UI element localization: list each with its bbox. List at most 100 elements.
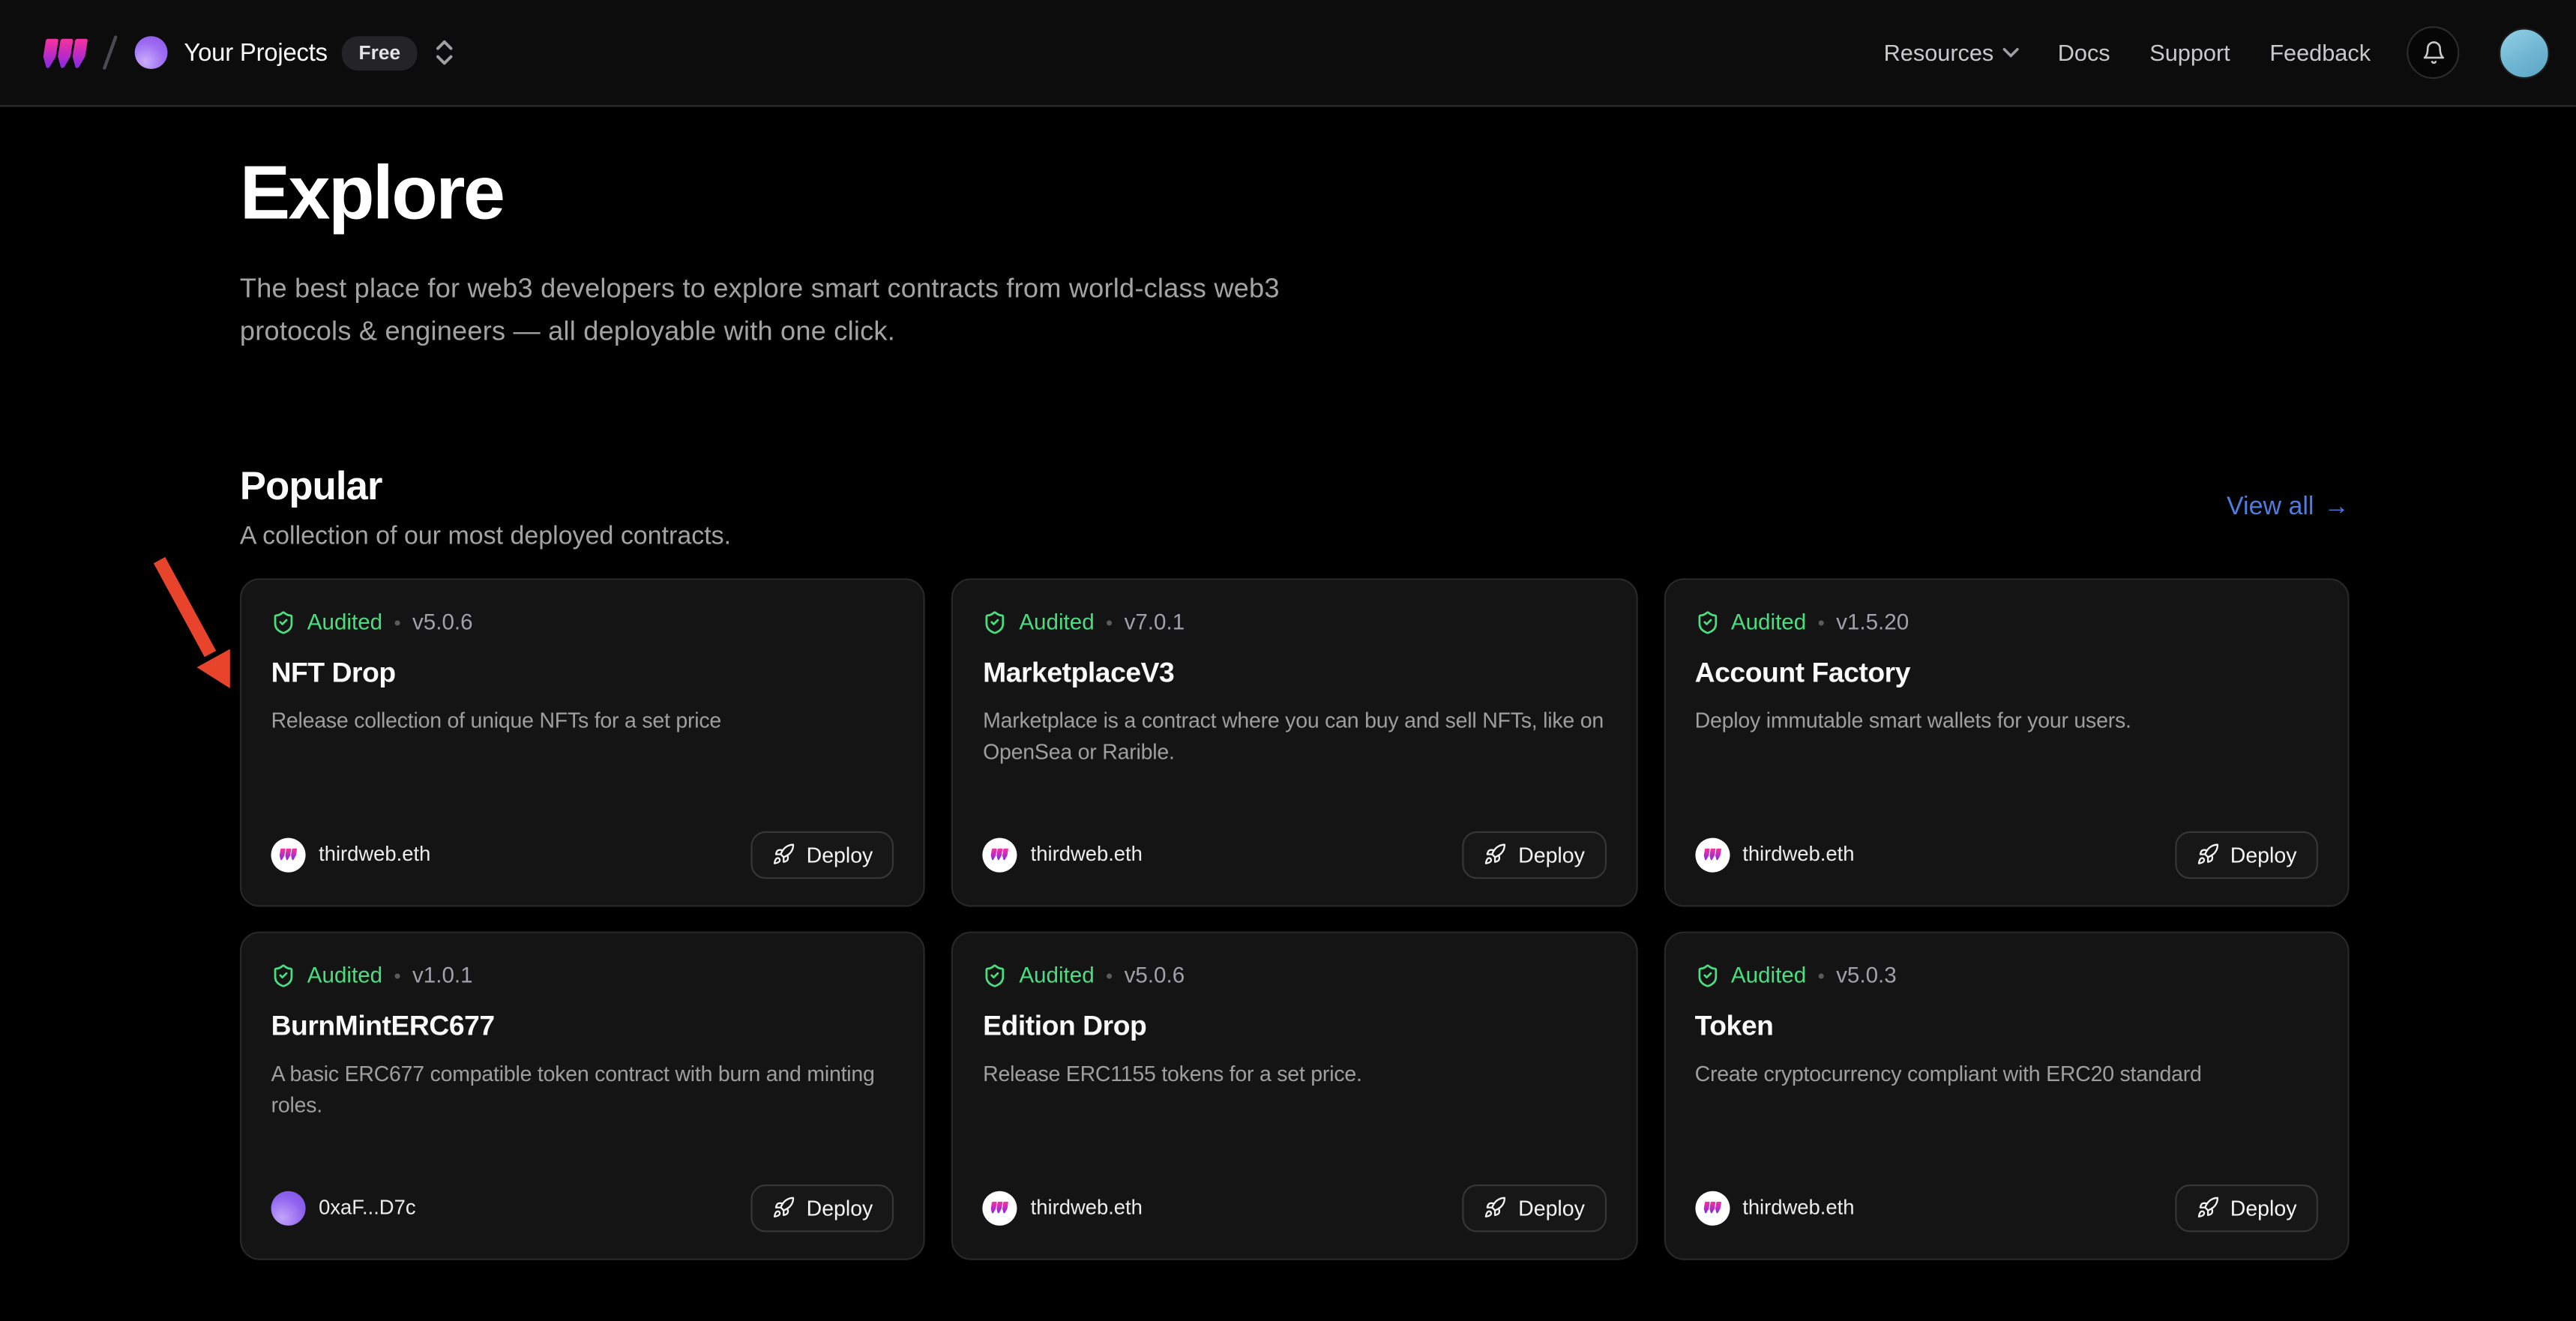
deploy-label: Deploy: [807, 1195, 873, 1220]
project-avatar: [135, 36, 168, 69]
header-nav: Resources Docs Support Feedback: [1884, 26, 2550, 79]
rocket-icon: [772, 843, 795, 866]
deploy-label: Deploy: [807, 842, 873, 867]
contract-version: v5.0.6: [1125, 963, 1185, 987]
page-description: The best place for web3 developers to ex…: [240, 267, 1398, 352]
contract-description: Release collection of unique NFTs for a …: [271, 704, 894, 735]
shield-check-icon: [271, 609, 296, 635]
publisher-avatar: [983, 1191, 1017, 1225]
view-all-label: View all: [2227, 493, 2314, 523]
nav-resources-label: Resources: [1884, 40, 1994, 66]
publisher-link[interactable]: 0xaF...D7c: [271, 1191, 416, 1225]
contract-card-burnminterc677[interactable]: Audited • v1.0.1 BurnMintERC677 A basic …: [240, 931, 925, 1260]
deploy-label: Deploy: [1518, 1195, 1585, 1220]
breadcrumb-divider: [103, 35, 118, 70]
deploy-label: Deploy: [1518, 842, 1585, 867]
deploy-button[interactable]: Deploy: [750, 831, 894, 879]
thirdweb-logo-glyphs: [43, 37, 88, 68]
publisher-name: thirdweb.eth: [319, 843, 430, 866]
contract-title: NFT Drop: [271, 657, 894, 690]
publisher-name: thirdweb.eth: [1031, 1196, 1143, 1219]
shield-check-icon: [1695, 609, 1720, 635]
contract-version: v1.5.20: [1836, 610, 1909, 634]
rocket-icon: [2196, 1196, 2219, 1219]
notifications-button[interactable]: [2407, 26, 2459, 79]
badge-separator: •: [394, 610, 400, 634]
popular-title: Popular: [240, 464, 731, 510]
project-name: Your Projects: [184, 38, 327, 66]
badge-separator: •: [1106, 610, 1113, 634]
contract-card-marketplacev3[interactable]: Audited • v7.0.1 MarketplaceV3 Marketpla…: [951, 577, 1637, 906]
contract-title: Account Factory: [1695, 657, 2318, 690]
badge-separator: •: [394, 963, 400, 987]
contract-card-nft-drop[interactable]: Audited • v5.0.6 NFT Drop Release collec…: [240, 577, 925, 906]
deploy-label: Deploy: [2230, 1195, 2297, 1220]
shield-check-icon: [983, 609, 1008, 635]
shield-check-icon: [1695, 962, 1720, 988]
nav-feedback[interactable]: Feedback: [2269, 40, 2371, 66]
plan-badge[interactable]: Free: [343, 35, 417, 70]
nav-docs[interactable]: Docs: [2058, 40, 2110, 66]
thirdweb-logo-icon: [1703, 1201, 1721, 1215]
deploy-button[interactable]: Deploy: [1463, 831, 1607, 879]
contract-description: Release ERC1155 tokens for a set price.: [983, 1057, 1606, 1089]
view-all-link[interactable]: View all →: [2227, 493, 2350, 523]
nav-resources[interactable]: Resources: [1884, 40, 2019, 66]
popular-section: Popular A collection of our most deploye…: [240, 464, 2576, 1260]
publisher-name: thirdweb.eth: [1031, 843, 1143, 866]
publisher-name: 0xaF...D7c: [319, 1196, 415, 1219]
bell-icon: [2421, 40, 2446, 66]
publisher-name: thirdweb.eth: [1742, 843, 1854, 866]
publisher-name: thirdweb.eth: [1742, 1196, 1854, 1219]
publisher-link[interactable]: thirdweb.eth: [271, 837, 431, 872]
contract-title: Edition Drop: [983, 1010, 1606, 1043]
contract-version: v5.0.3: [1836, 963, 1897, 987]
contract-version: v5.0.6: [412, 610, 473, 634]
publisher-avatar: [983, 837, 1017, 872]
publisher-avatar: [1695, 1191, 1730, 1225]
deploy-button[interactable]: Deploy: [2174, 831, 2318, 879]
audited-badge: Audited: [1731, 963, 1806, 987]
project-switcher-button[interactable]: [430, 36, 458, 69]
rocket-icon: [1484, 843, 1507, 866]
publisher-avatar: [271, 837, 306, 872]
contract-description: A basic ERC677 compatible token contract…: [271, 1057, 894, 1119]
deploy-button[interactable]: Deploy: [750, 1184, 894, 1232]
publisher-link[interactable]: thirdweb.eth: [983, 1191, 1143, 1225]
main-content: Explore The best place for web3 develope…: [0, 151, 2576, 1260]
nav-support[interactable]: Support: [2149, 40, 2230, 66]
badge-separator: •: [1818, 963, 1825, 987]
publisher-link[interactable]: thirdweb.eth: [1695, 837, 1855, 872]
publisher-link[interactable]: thirdweb.eth: [983, 837, 1143, 872]
thirdweb-logo[interactable]: [43, 37, 88, 68]
user-avatar[interactable]: [2499, 27, 2550, 78]
thirdweb-logo-icon: [1703, 848, 1721, 861]
badge-separator: •: [1106, 963, 1113, 987]
page-title: Explore: [240, 151, 2576, 235]
contract-card-account-factory[interactable]: Audited • v1.5.20 Account Factory Deploy…: [1664, 577, 2350, 906]
contract-title: BurnMintERC677: [271, 1010, 894, 1043]
contract-description: Deploy immutable smart wallets for your …: [1695, 704, 2318, 735]
deploy-button[interactable]: Deploy: [1463, 1184, 1607, 1232]
thirdweb-logo-icon: [991, 1201, 1009, 1215]
rocket-icon: [2196, 843, 2219, 866]
chevrons-up-down-icon: [433, 40, 454, 66]
contract-version: v7.0.1: [1125, 610, 1185, 634]
contract-card-edition-drop[interactable]: Audited • v5.0.6 Edition Drop Release ER…: [951, 931, 1637, 1260]
popular-subtitle: A collection of our most deployed contra…: [240, 522, 731, 551]
audited-badge: Audited: [1731, 610, 1806, 634]
project-switcher[interactable]: Your Projects: [135, 36, 328, 69]
contract-title: MarketplaceV3: [983, 657, 1606, 690]
thirdweb-logo-icon: [280, 848, 298, 861]
contracts-grid: Audited • v5.0.6 NFT Drop Release collec…: [240, 577, 2350, 1259]
thirdweb-logo-icon: [991, 848, 1009, 861]
contract-version: v1.0.1: [412, 963, 473, 987]
contract-card-token[interactable]: Audited • v5.0.3 Token Create cryptocurr…: [1664, 931, 2350, 1260]
deploy-button[interactable]: Deploy: [2174, 1184, 2318, 1232]
publisher-avatar: [1695, 837, 1730, 872]
contract-description: Create cryptocurrency compliant with ERC…: [1695, 1057, 2318, 1089]
rocket-icon: [772, 1196, 795, 1219]
arrow-right-icon: →: [2324, 493, 2350, 523]
rocket-icon: [1484, 1196, 1507, 1219]
publisher-link[interactable]: thirdweb.eth: [1695, 1191, 1855, 1225]
